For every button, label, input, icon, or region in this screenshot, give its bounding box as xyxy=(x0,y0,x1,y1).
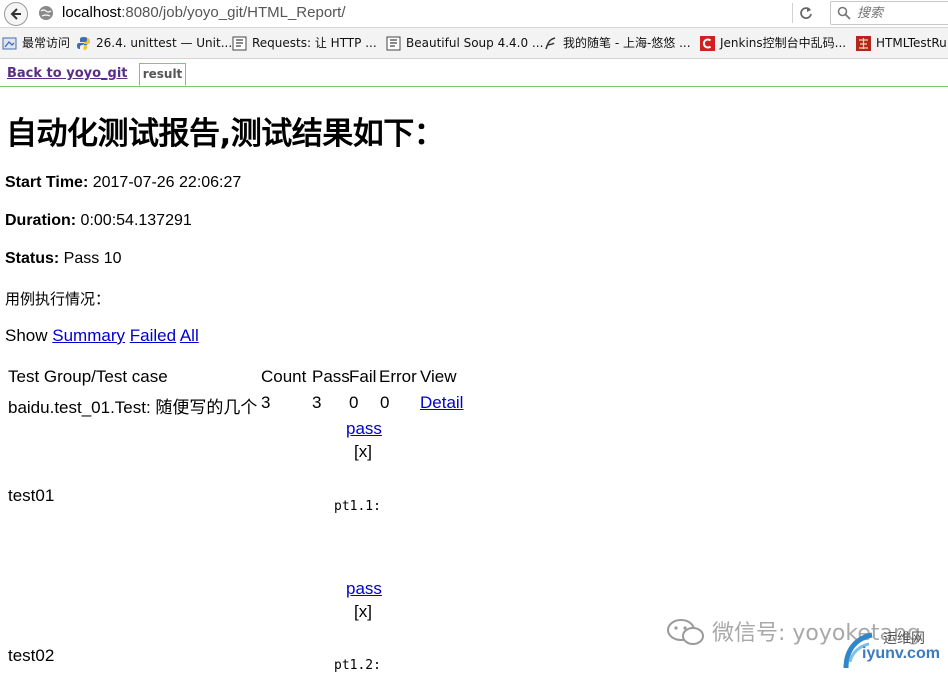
bookmark-jenkins[interactable]: Jenkins控制台中乱码... xyxy=(700,35,846,51)
header-error: Error xyxy=(379,367,417,386)
jenkins-tab-strip: Back to yoyo_git result xyxy=(0,59,948,87)
bookmark-label: 最常访问 xyxy=(22,36,71,50)
duration-attribute: Duration: 0:00:54.137291 xyxy=(5,212,192,230)
search-box[interactable] xyxy=(830,1,948,25)
page-icon xyxy=(232,36,247,50)
group-pass: 3 xyxy=(312,393,322,412)
show-all-link[interactable]: All xyxy=(180,326,199,345)
case-status-link[interactable]: pass xyxy=(346,419,382,439)
case-status-link[interactable]: pass xyxy=(346,579,382,599)
status-attribute: Status: Pass 10 xyxy=(5,250,122,268)
group-count: 3 xyxy=(261,393,271,412)
bookmark-most-visited[interactable]: 最常访问 xyxy=(2,35,70,51)
popup-close[interactable]: [x] xyxy=(354,602,372,622)
bookmark-label: 我的随笔 - 上海-悠悠 ... xyxy=(563,36,691,50)
bookmark-htmltestrunner[interactable]: HTMLTestRu xyxy=(856,35,947,51)
header-test-group: Test Group/Test case xyxy=(8,367,168,386)
start-time-label: Start Time: xyxy=(5,174,89,191)
browser-navbar: localhost:8080/job/yoyo_git/HTML_Report/ xyxy=(0,0,948,28)
show-label: Show xyxy=(5,326,48,345)
header-count: Count xyxy=(261,367,307,386)
url-path: :8080/job/yoyo_git/HTML_Report/ xyxy=(121,4,346,21)
bookmark-blog[interactable]: 我的随笔 - 上海-悠悠 ... xyxy=(543,35,691,51)
status-value: Pass 10 xyxy=(59,250,122,267)
case-name: test01 xyxy=(8,486,55,505)
start-time-attribute: Start Time: 2017-07-26 22:06:27 xyxy=(5,174,241,192)
bookmark-requests[interactable]: Requests: 让 HTTP ... xyxy=(232,35,377,51)
red-c-icon xyxy=(700,35,715,51)
page-icon xyxy=(386,36,401,50)
duration-value: 0:00:54.137291 xyxy=(76,212,192,229)
reload-icon xyxy=(800,7,812,19)
case-name: test02 xyxy=(8,646,55,665)
group-fail: 0 xyxy=(349,393,359,412)
url-host: localhost xyxy=(62,4,122,21)
bookmark-label: Requests: 让 HTTP ... xyxy=(252,36,377,50)
wechat-icon xyxy=(667,619,704,645)
group-error: 0 xyxy=(380,393,390,412)
case-output: pt1.1: xyxy=(334,499,381,514)
duration-label: Duration: xyxy=(5,212,77,229)
group-name: baidu.test_01.Test: 随便写的几个 xyxy=(8,398,258,417)
popup-close[interactable]: [x] xyxy=(354,442,372,462)
red-icon xyxy=(856,35,871,51)
bookmark-label: Beautiful Soup 4.4.0 ... xyxy=(406,36,544,50)
execution-label: 用例执行情况： xyxy=(5,290,111,308)
bookmark-label: 26.4. unittest — Unit... xyxy=(96,36,233,50)
back-to-job-link[interactable]: Back to yoyo_git xyxy=(7,66,128,81)
python-icon xyxy=(77,36,90,50)
group-detail-link[interactable]: Detail xyxy=(420,393,463,413)
status-label: Status: xyxy=(5,250,60,267)
watermark-site-url: iyunv.com xyxy=(862,645,940,662)
report-title: 自动化测试报告,测试结果如下： xyxy=(6,116,445,152)
show-summary-link[interactable]: Summary xyxy=(52,326,125,345)
blog-icon xyxy=(545,36,556,49)
tab-result[interactable]: result xyxy=(139,63,186,86)
reload-button[interactable] xyxy=(792,3,819,23)
arrow-left-icon xyxy=(10,8,21,20)
search-input[interactable] xyxy=(857,4,947,22)
bookmark-unittest[interactable]: 26.4. unittest — Unit... xyxy=(76,35,232,51)
bookmark-label: Jenkins控制台中乱码... xyxy=(720,36,847,50)
bookmarks-toolbar: 最常访问 26.4. unittest — Unit... Requests: … xyxy=(0,28,948,59)
bookmark-beautiful-soup[interactable]: Beautiful Soup 4.4.0 ... xyxy=(386,35,543,51)
globe-icon xyxy=(39,6,53,20)
bookmark-label: HTMLTestRu xyxy=(876,36,947,50)
show-failed-link[interactable]: Failed xyxy=(130,326,176,345)
url-bar[interactable]: localhost:8080/job/yoyo_git/HTML_Report/ xyxy=(62,3,782,23)
header-fail: Fail xyxy=(349,367,377,386)
show-filter: Show Summary Failed All xyxy=(5,326,199,346)
back-button[interactable] xyxy=(4,2,28,26)
search-icon xyxy=(837,6,851,20)
bookmark-folder-icon xyxy=(2,37,17,49)
start-time-value: 2017-07-26 22:06:27 xyxy=(88,174,242,191)
header-pass: Pass xyxy=(312,367,350,386)
header-view: View xyxy=(420,367,457,386)
